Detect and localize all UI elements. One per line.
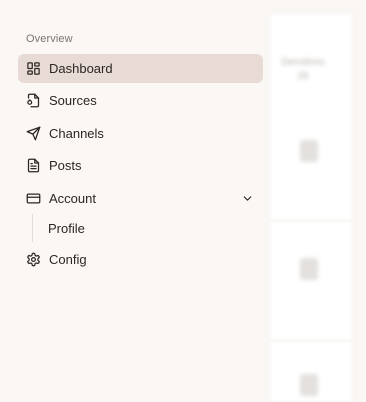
sidebar-item-account[interactable]: Account [18,184,263,213]
sidebar-item-channels[interactable]: Channels [18,119,263,148]
sidebar-nav: Overview Dashboard Sources Channels Post… [0,0,270,402]
chevron-down-icon[interactable] [241,192,254,205]
blurred-divider [270,220,352,221]
submenu-guide-line [32,214,33,242]
sidebar-item-label: Account [49,191,96,206]
sidebar-subitem-profile[interactable]: Profile [40,214,240,242]
dashboard-grid-icon [26,61,41,76]
blurred-document-icon [300,374,318,396]
sidebar-item-dashboard[interactable]: Dashboard [18,54,263,83]
sidebar-item-label: Dashboard [49,61,113,76]
send-icon [26,126,41,141]
gear-icon [26,252,41,267]
blurred-heading: Dernières 25 [281,57,325,82]
sidebar-item-label: Config [49,252,87,267]
sidebar-item-label: Posts [49,158,82,173]
blurred-document-icon [300,258,318,280]
sidebar-item-label: Sources [49,93,97,108]
main-content-backdrop: Dernières 25 [270,0,366,402]
file-source-icon [26,93,41,108]
sidebar-item-posts[interactable]: Posts [18,151,263,180]
sidebar-item-label: Channels [49,126,104,141]
sidebar-item-sources[interactable]: Sources [18,86,263,115]
app-window: Dernières 25 Overview Dashboard Sources … [0,0,366,402]
sidebar-item-config[interactable]: Config [18,245,263,274]
document-icon [26,158,41,173]
section-label-overview: Overview [26,33,73,45]
credit-card-icon [26,191,41,206]
blurred-divider [270,340,352,341]
blurred-document-icon [300,140,318,162]
